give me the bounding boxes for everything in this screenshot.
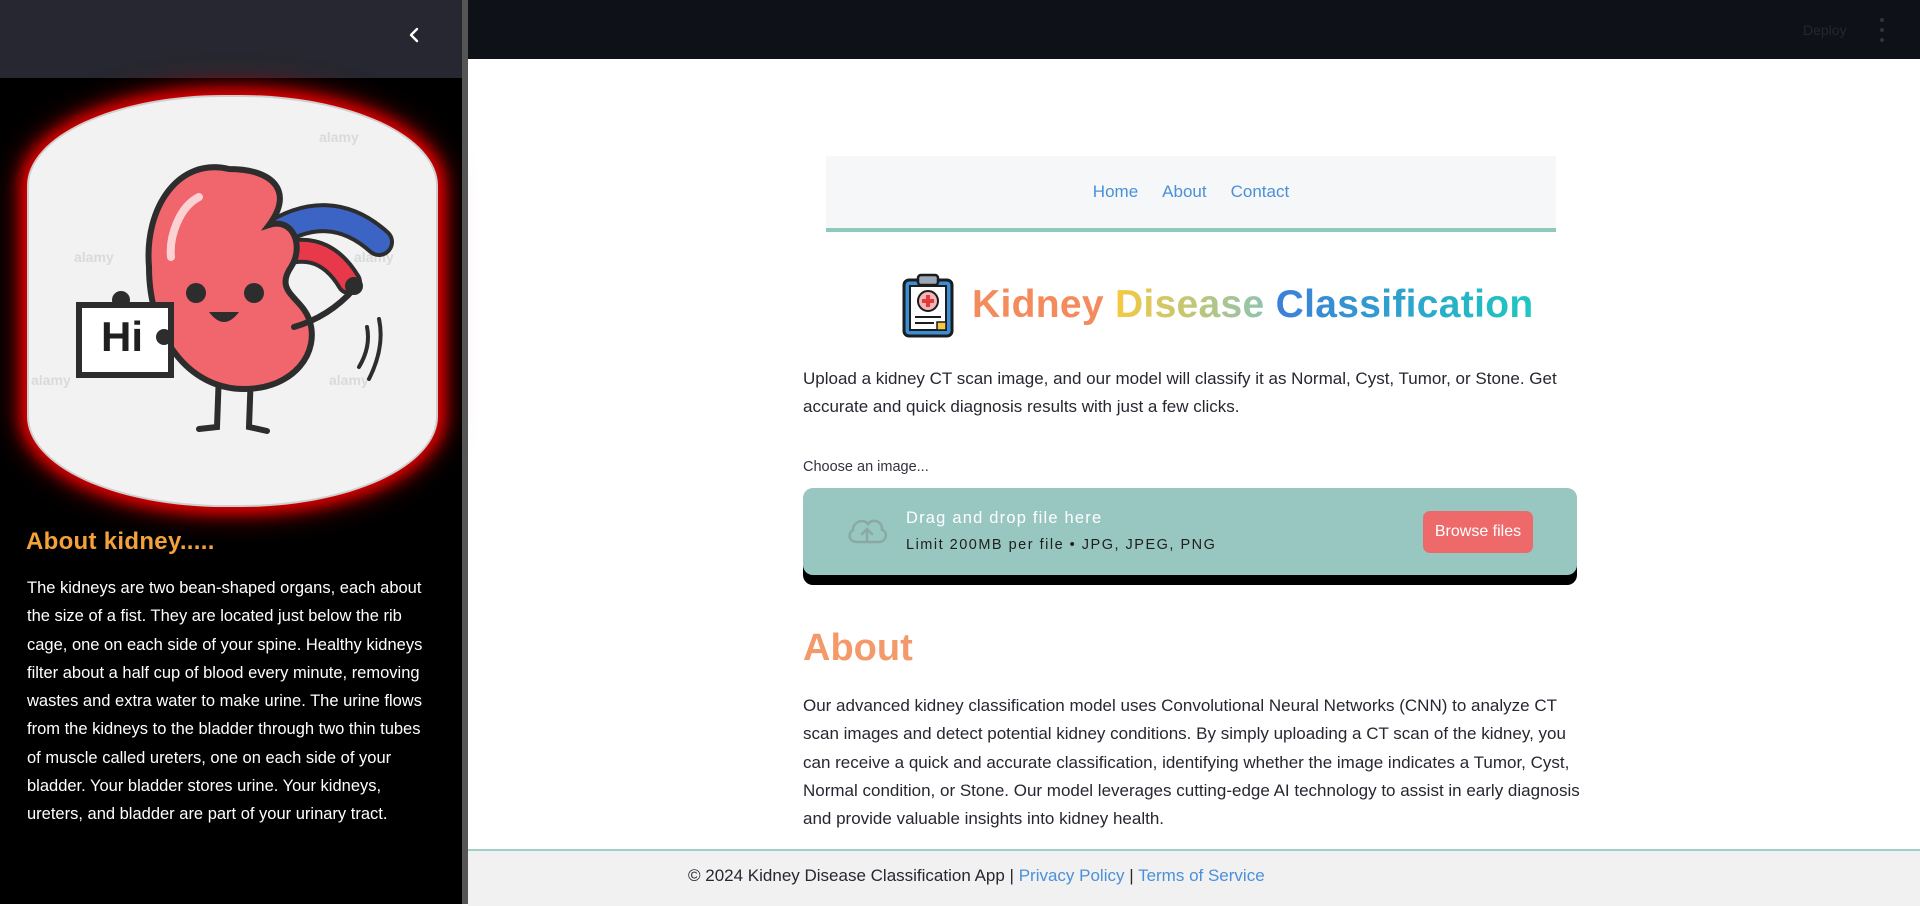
file-dropzone[interactable]: Drag and drop file here Limit 200MB per … [803, 488, 1577, 575]
browse-files-button[interactable]: Browse files [1423, 511, 1533, 553]
sidebar-header [0, 0, 462, 78]
footer: © 2024 Kidney Disease Classification App… [468, 849, 1920, 906]
main-menu-button[interactable] [1872, 18, 1892, 42]
kidney-illustration: alamy alamy alamy alamy alamy alamy [27, 95, 438, 507]
privacy-policy-link[interactable]: Privacy Policy [1019, 866, 1125, 885]
nav-link-home[interactable]: Home [1093, 182, 1138, 202]
footer-text: © 2024 Kidney Disease Classification App… [688, 866, 1265, 886]
app-header [468, 0, 1920, 59]
clipboard-medical-icon [902, 273, 954, 338]
about-kidney-text: The kidneys are two bean-shaped organs, … [27, 579, 423, 824]
vertical-dots-icon [1880, 28, 1884, 32]
nav-link-about[interactable]: About [1162, 182, 1206, 202]
vertical-dots-icon [1880, 18, 1884, 22]
kidney-mascot-graphic [76, 164, 394, 434]
page-title-text: Kidney Disease Classification [972, 283, 1533, 327]
page-title: Kidney Disease Classification [900, 270, 1533, 340]
sidebar-resize-handle[interactable] [462, 0, 468, 904]
dropzone-instructions: Drag and drop file here [906, 509, 1103, 527]
title-word-kidney: Kidney [972, 283, 1104, 326]
deploy-button[interactable]: Deploy [1803, 22, 1847, 38]
dropzone-limit-text: Limit 200MB per file • JPG, JPEG, PNG [906, 537, 1217, 553]
footer-copyright: © 2024 Kidney Disease Classification App… [688, 866, 1019, 885]
terms-of-service-link[interactable]: Terms of Service [1138, 866, 1265, 885]
about-kidney-title: About kidney..... [26, 528, 215, 555]
uploader-label: Choose an image... [803, 459, 929, 475]
vertical-dots-icon [1880, 38, 1884, 42]
cloud-upload-icon [848, 519, 888, 544]
title-word-classification: Classification [1275, 283, 1534, 326]
footer-separator: | [1124, 866, 1139, 885]
about-text: Our advanced kidney classification model… [803, 696, 1580, 829]
nav-link-contact[interactable]: Contact [1231, 182, 1290, 202]
intro-text: Upload a kidney CT scan image, and our m… [803, 369, 1557, 416]
sidebar: alamy alamy alamy alamy alamy alamy [0, 0, 462, 904]
sign-text: Hi [101, 313, 143, 360]
top-navbar: Home About Contact [826, 156, 1556, 232]
collapse-sidebar-button[interactable] [400, 20, 430, 50]
chevron-left-icon [409, 27, 419, 43]
about-heading: About [803, 627, 913, 669]
title-word-disease: Disease [1114, 283, 1265, 326]
